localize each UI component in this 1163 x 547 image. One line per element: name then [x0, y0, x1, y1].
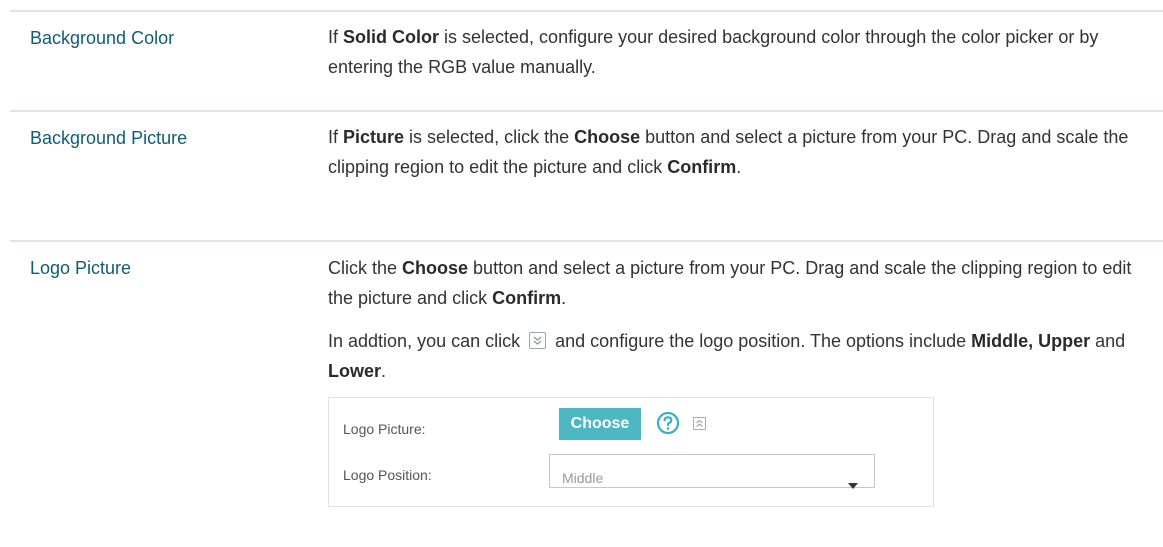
expand-down-icon[interactable] — [529, 332, 547, 349]
text-segment: . — [381, 361, 387, 381]
logo-settings-panel: Logo Picture: Choose Logo Position: Midd… — [328, 397, 934, 507]
bold-term: Middle, Upper — [971, 331, 1091, 351]
parameter-table: Background Color If Solid Color is selec… — [10, 10, 1163, 542]
text-segment: is selected, configure your desired back… — [328, 27, 1099, 77]
logo-position-label: Logo Position: — [343, 467, 432, 483]
text-segment: Click the — [328, 258, 403, 278]
logo-picture-label: Logo Picture: — [343, 421, 426, 437]
bold-term: Confirm — [667, 157, 737, 177]
desc-background-picture: If Picture is selected, click the Choose… — [328, 112, 1144, 240]
term-background-color: Background Color — [30, 28, 175, 48]
choose-button[interactable]: Choose — [559, 408, 641, 440]
desc-background-color: If Solid Color is selected, configure yo… — [328, 12, 1144, 110]
logo-position-select[interactable]: Middle — [549, 454, 875, 489]
inline-text: In addtion, you can click — [328, 331, 521, 351]
text-segment: If — [328, 127, 344, 147]
help-icon[interactable] — [656, 411, 680, 444]
select-value: Middle — [562, 470, 604, 486]
term-logo-picture: Logo Picture — [30, 258, 132, 278]
text-segment: . — [561, 288, 567, 308]
text-segment: is selected, click the — [404, 127, 575, 147]
bold-term: Picture — [343, 127, 405, 147]
desc-paragraph-2: In addtion, you can click and configure … — [328, 326, 1144, 386]
desc-paragraph: If Picture is selected, click the Choose… — [328, 122, 1144, 182]
bold-term: Choose — [574, 127, 641, 147]
row-background-picture: Background Picture If Picture is selecte… — [10, 110, 1163, 240]
bold-term: Choose — [402, 258, 469, 278]
term-background-picture: Background Picture — [30, 128, 188, 148]
bold-term: Solid Color — [343, 27, 440, 47]
text-segment: and — [1090, 331, 1126, 351]
desc-paragraph-1: Click the Choose button and select a pic… — [328, 253, 1144, 313]
desc-paragraph: If Solid Color is selected, configure yo… — [328, 22, 1144, 82]
collapse-up-icon[interactable] — [693, 417, 706, 430]
text-segment: If — [328, 27, 344, 47]
bold-term: Confirm — [492, 288, 562, 308]
desc-logo-picture: Click the Choose button and select a pic… — [328, 242, 1144, 542]
row-background-color: Background Color If Solid Color is selec… — [10, 10, 1163, 110]
text-segment: and configure the logo position. The opt… — [550, 331, 972, 351]
text-segment: . — [736, 157, 742, 177]
row-logo-picture: Logo Picture Click the Choose button and… — [10, 240, 1163, 542]
bold-term: Lower — [328, 361, 382, 381]
dropdown-arrow-icon — [848, 468, 858, 498]
